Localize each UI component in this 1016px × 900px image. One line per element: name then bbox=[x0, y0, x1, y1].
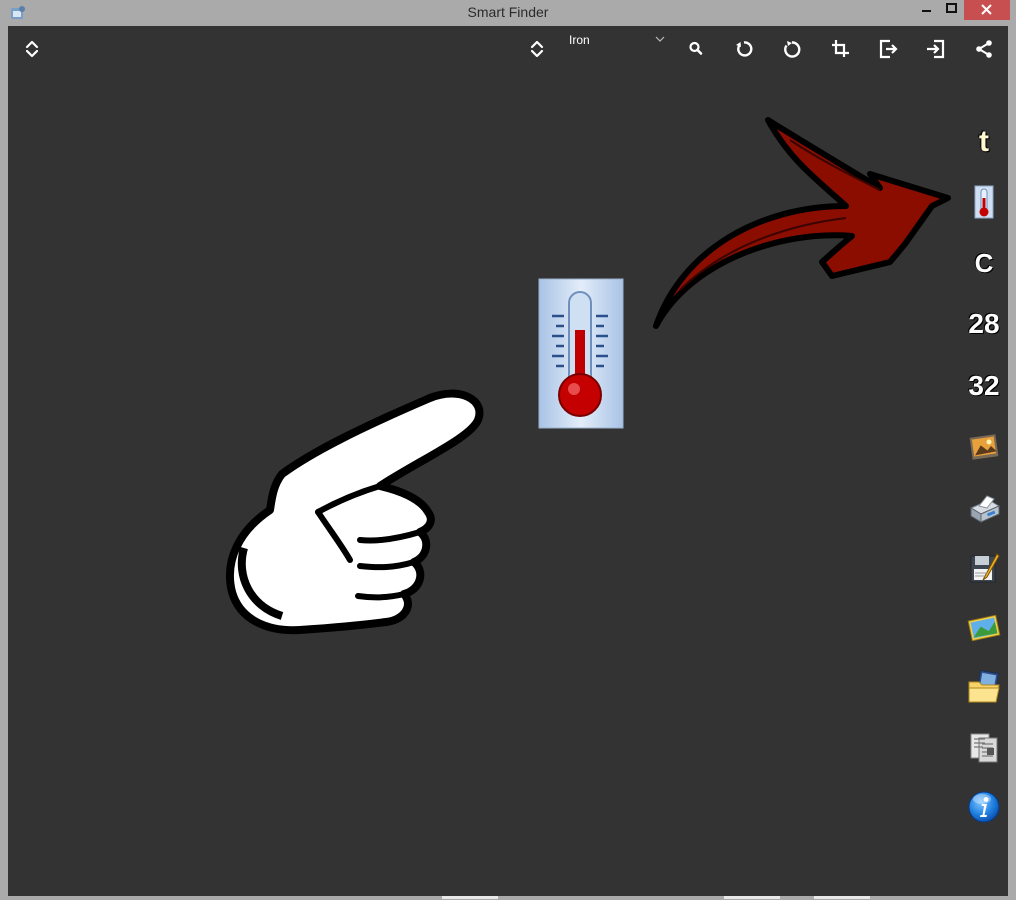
info-icon bbox=[968, 791, 1000, 823]
window-frame-left bbox=[0, 26, 8, 900]
crop-icon bbox=[832, 40, 849, 57]
share-button[interactable] bbox=[971, 36, 997, 62]
close-icon bbox=[981, 4, 992, 15]
bottom-indicator bbox=[442, 896, 498, 899]
sidebar-item-save-edit[interactable] bbox=[961, 546, 1007, 592]
sidebar-item-info[interactable] bbox=[961, 784, 1007, 830]
bottom-indicator bbox=[724, 896, 780, 899]
login-icon bbox=[927, 39, 945, 59]
thermometer-icon bbox=[974, 185, 994, 219]
sort-arrows-icon bbox=[530, 40, 544, 58]
maximize-button[interactable] bbox=[940, 0, 964, 20]
sidebar-item-text[interactable]: t bbox=[957, 124, 1011, 160]
folder-images-icon bbox=[968, 669, 1000, 703]
close-button[interactable] bbox=[964, 0, 1010, 20]
sort-toggle-right[interactable] bbox=[524, 36, 550, 62]
minimize-icon bbox=[922, 10, 931, 12]
mode-dropdown-value: Iron bbox=[569, 33, 590, 47]
window-title: Smart Finder bbox=[467, 4, 549, 20]
sidebar-item-printer[interactable] bbox=[961, 486, 1007, 532]
sidebar-item-image-gallery[interactable] bbox=[961, 604, 1007, 650]
sort-arrows-icon bbox=[25, 40, 39, 58]
sidebar-item-celsius[interactable]: C bbox=[957, 246, 1011, 280]
maximize-icon bbox=[946, 3, 957, 13]
save-edit-icon bbox=[970, 553, 1000, 583]
picture-icon bbox=[969, 434, 999, 460]
mode-dropdown[interactable]: Iron bbox=[563, 32, 669, 52]
sidebar-item-folder-images[interactable] bbox=[961, 664, 1007, 710]
thermometer-image bbox=[538, 278, 624, 429]
sidebar-item-thermometer[interactable] bbox=[961, 180, 1007, 226]
search-icon bbox=[689, 41, 703, 55]
rotate-left-icon bbox=[736, 41, 753, 57]
image-gallery-icon bbox=[967, 614, 1001, 642]
minimize-button[interactable] bbox=[912, 0, 940, 20]
crop-button[interactable] bbox=[827, 36, 853, 62]
sidebar-item-documents[interactable] bbox=[961, 724, 1007, 770]
login-button[interactable] bbox=[923, 36, 949, 62]
rotate-right-button[interactable] bbox=[779, 36, 805, 62]
search-button[interactable] bbox=[683, 36, 709, 62]
sidebar-item-max-value[interactable]: 32 bbox=[957, 368, 1011, 404]
logout-button[interactable] bbox=[875, 36, 901, 62]
sort-toggle-left[interactable] bbox=[19, 36, 45, 62]
printer-icon bbox=[969, 495, 1001, 523]
title-bar: Smart Finder bbox=[0, 0, 1016, 26]
rotate-right-icon bbox=[784, 41, 801, 58]
chevron-down-icon bbox=[655, 36, 665, 42]
sidebar-item-min-value[interactable]: 28 bbox=[957, 306, 1011, 342]
documents-icon bbox=[970, 733, 998, 763]
share-icon bbox=[976, 40, 992, 58]
bottom-indicator bbox=[814, 896, 870, 899]
rotate-left-button[interactable] bbox=[731, 36, 757, 62]
logout-icon bbox=[879, 39, 898, 59]
sidebar-item-picture[interactable] bbox=[961, 424, 1007, 470]
pointing-hand-illustration bbox=[225, 389, 484, 635]
red-arrow-illustration bbox=[653, 117, 951, 329]
